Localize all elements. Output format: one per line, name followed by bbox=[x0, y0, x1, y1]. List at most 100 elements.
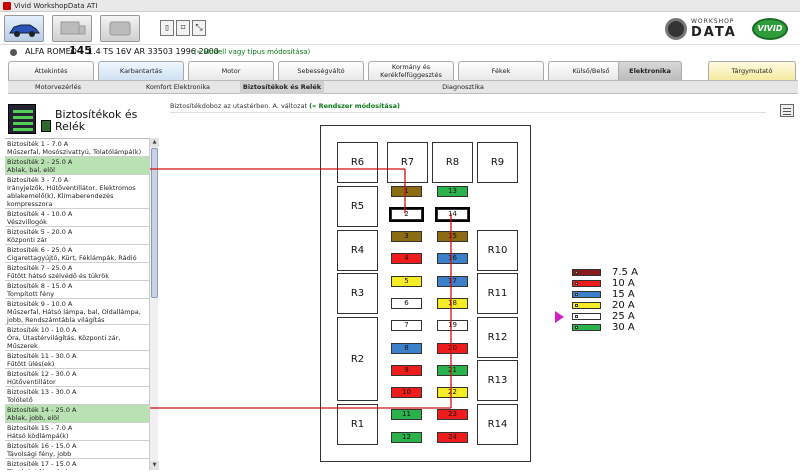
legend-fuse-window bbox=[575, 282, 578, 285]
fuse-list-item[interactable]: Biztosíték 11 - 30.0 A Fűtött ülés(ek) bbox=[5, 351, 149, 369]
main-tab-3[interactable]: Sebességváltó bbox=[278, 61, 364, 80]
fuse-slot-24[interactable]: 24 bbox=[437, 432, 468, 443]
relay-r5[interactable]: R5 bbox=[337, 186, 378, 227]
fuse-list-item-title: Biztosíték 6 - 25.0 A bbox=[7, 246, 73, 254]
fuse-slot-9[interactable]: 9 bbox=[391, 365, 422, 376]
change-model-link[interactable]: (« Modell vagy típus módosítása) bbox=[194, 45, 310, 59]
fuse-slot-16[interactable]: 16 bbox=[437, 253, 468, 264]
sub-tab-0[interactable]: Motorvezérlés bbox=[18, 81, 98, 94]
fuse-list-item[interactable]: Biztosíték 17 - 15.0 ATávolsági fény, ba… bbox=[5, 459, 149, 470]
fuse-list-item-title: Biztosíték 14 - 25.0 A bbox=[7, 406, 77, 414]
fuse-slot-22[interactable]: 22 bbox=[437, 387, 468, 398]
fuse-list-item[interactable]: Biztosíték 8 - 15.0 A Tompított fény bbox=[5, 281, 149, 299]
sidebar-header: Biztosítékok és Relék bbox=[8, 104, 158, 138]
fuse-list-item[interactable]: Biztosíték 12 - 30.0 A Hűtőventillátor bbox=[5, 369, 149, 387]
fuse-slot-23[interactable]: 23 bbox=[437, 409, 468, 420]
relay-r11[interactable]: R11 bbox=[477, 273, 518, 314]
relay-r8[interactable]: R8 bbox=[432, 142, 473, 183]
fuse-slot-5[interactable]: 5 bbox=[391, 276, 422, 287]
fuse-list-item[interactable]: Biztosíték 15 - 7.0 A Hátsó ködlámpá(k) bbox=[5, 423, 149, 441]
sub-tab-bar: Motorvezérlés Komfort Elektronika Biztosít… bbox=[8, 80, 798, 94]
fuse-list-item[interactable]: Biztosíték 10 - 10.0 A Óra, Utastérvilágí… bbox=[5, 325, 149, 351]
truck-mode-button[interactable] bbox=[52, 15, 92, 42]
fuse-list-item[interactable]: Biztosíték 14 - 25.0 A Ablak, jobb, elöl bbox=[5, 405, 149, 423]
fuse-slot-10[interactable]: 10 bbox=[391, 387, 422, 398]
relay-r4[interactable]: R4 bbox=[337, 230, 378, 271]
fuse-slot-1[interactable]: 1 bbox=[391, 186, 422, 197]
fuse-slot-15[interactable]: 15 bbox=[437, 231, 468, 242]
main-tab-5[interactable]: Fékek bbox=[458, 61, 544, 80]
relay-r7[interactable]: R7 bbox=[387, 142, 428, 183]
relay-r1[interactable]: R1 bbox=[337, 404, 378, 445]
fuse-slot-19[interactable]: 19 bbox=[437, 320, 468, 331]
relay-r6[interactable]: R6 bbox=[337, 142, 378, 183]
main-tab-4[interactable]: Kormány és Kerékfelfüggesztés bbox=[368, 61, 454, 80]
amperage-legend: 7.5 A 10 A 15 A 20 A 25 A 30 A bbox=[572, 267, 652, 338]
main-tab-2[interactable]: Motor bbox=[188, 61, 274, 80]
fuse-list-item[interactable]: Biztosíték 3 - 7.0 A Irányjelzők, Hűtőven… bbox=[5, 175, 149, 209]
fuse-slot-14[interactable]: 14 bbox=[435, 207, 470, 222]
main-tab-7[interactable]: Elektronika bbox=[618, 61, 682, 80]
fuse-list-item-desc: Óra, Utastérvilágítás, Központi zár, Műs… bbox=[7, 334, 121, 350]
change-system-link[interactable]: (« Rendszer módosítása) bbox=[309, 102, 400, 110]
fuse-list-item[interactable]: Biztosíték 2 - 25.0 A Ablak, bal, elöl bbox=[5, 157, 149, 175]
legend-fuse-window bbox=[575, 293, 578, 296]
fuse-list-item-title: Biztosíték 13 - 30.0 A bbox=[7, 388, 77, 396]
van-mode-button[interactable] bbox=[100, 15, 140, 42]
fusebox-diagram: R6 R7 R8 R9 R5 R4 R10 R3 R11 R2 R12 R13 R1 R14 1 2 3 4 5 6 7… bbox=[320, 125, 531, 462]
fuse-slot-18[interactable]: 18 bbox=[437, 298, 468, 309]
sub-tab-1[interactable]: Komfort Elektronika bbox=[128, 81, 228, 94]
main-tab-1[interactable]: Karbantartás bbox=[98, 61, 184, 80]
fuse-list-item[interactable]: Biztosíték 4 - 10.0 A Vészvillogók bbox=[5, 209, 149, 227]
main-tab-0[interactable]: Áttekintés bbox=[8, 61, 94, 80]
legend-selection-marker-icon bbox=[555, 311, 564, 323]
fuse-list-item-title: Biztosíték 7 - 25.0 A bbox=[7, 264, 73, 272]
fuse-list-item[interactable]: Biztosíték 13 - 30.0 A Tolótető bbox=[5, 387, 149, 405]
relay-r10[interactable]: R10 bbox=[477, 230, 518, 271]
car-icon bbox=[9, 24, 40, 37]
fuse-slot-4[interactable]: 4 bbox=[391, 253, 422, 264]
legend-label: 20 A bbox=[612, 300, 635, 311]
relay-r12[interactable]: R12 bbox=[477, 317, 518, 358]
fuse-slot-21[interactable]: 21 bbox=[437, 365, 468, 376]
fuse-slot-11[interactable]: 11 bbox=[391, 409, 422, 420]
app-icon bbox=[3, 2, 11, 10]
fuse-slot-12[interactable]: 12 bbox=[391, 432, 422, 443]
fuse-slot-20[interactable]: 20 bbox=[437, 343, 468, 354]
relay-r13[interactable]: R13 bbox=[477, 360, 518, 401]
fuse-list-item[interactable]: Biztosíték 6 - 25.0 A Cigarettagyújtó, Kü… bbox=[5, 245, 149, 263]
relay-r9[interactable]: R9 bbox=[477, 142, 518, 183]
fuse-panel-icon bbox=[8, 104, 36, 134]
document-icon[interactable]: ▯ bbox=[160, 20, 174, 36]
print-icon[interactable] bbox=[780, 104, 794, 117]
settings-icon[interactable]: ⌗ bbox=[176, 20, 190, 36]
fuse-slot-8[interactable]: 8 bbox=[391, 343, 422, 354]
relay-r14[interactable]: R14 bbox=[477, 404, 518, 445]
fuse-list-item[interactable]: Biztosíték 16 - 15.0 A Távolsági fény, jo… bbox=[5, 441, 149, 459]
sidebar-title: Biztosítékok és Relék bbox=[55, 108, 138, 133]
car-mode-button[interactable] bbox=[4, 15, 44, 42]
fuse-slot-3[interactable]: 3 bbox=[391, 231, 422, 242]
fuse-slot-7[interactable]: 7 bbox=[391, 320, 422, 331]
fuse-list-item-desc: Hátsó ködlámpá(k) bbox=[7, 432, 69, 440]
sub-tab-3[interactable]: Diagnosztika bbox=[428, 81, 498, 94]
fuse-slot-2[interactable]: 2 bbox=[389, 207, 424, 222]
main-tab-8[interactable]: Tárgymutató bbox=[708, 61, 796, 80]
fuse-list-item[interactable]: Biztosíték 7 - 25.0 A Fűtött hátsó szélvé… bbox=[5, 263, 149, 281]
fuse-list-item[interactable]: Biztosíték 1 - 7.0 A Műszerfal, Mosósziva… bbox=[5, 139, 149, 157]
fuse-list-scrollbar[interactable]: ▲ ▼ bbox=[149, 138, 159, 470]
relay-r2[interactable]: R2 bbox=[337, 317, 378, 401]
sub-tab-2[interactable]: Biztosítékok és Relék bbox=[240, 81, 324, 94]
scroll-up-icon[interactable]: ▲ bbox=[150, 138, 159, 147]
scrollbar-thumb[interactable] bbox=[151, 148, 158, 298]
fuse-slot-17[interactable]: 17 bbox=[437, 276, 468, 287]
fuse-list-item[interactable]: Biztosíték 5 - 20.0 A Központi zár bbox=[5, 227, 149, 245]
fuse-list-item[interactable]: Biztosíték 9 - 10.0 A Műszerfal, Hátsó lá… bbox=[5, 299, 149, 325]
logo-top-text: WORKSHOP bbox=[691, 18, 735, 25]
fuse-slot-6[interactable]: 6 bbox=[391, 298, 422, 309]
scroll-down-icon[interactable]: ▼ bbox=[150, 461, 159, 470]
fuse-slot-13[interactable]: 13 bbox=[437, 186, 468, 197]
relay-r3[interactable]: R3 bbox=[337, 273, 378, 314]
fuse-list-item-desc: Fűtött hátsó szélvédő és tükrök bbox=[7, 272, 110, 280]
resize-icon[interactable]: ⤡ bbox=[192, 20, 206, 36]
